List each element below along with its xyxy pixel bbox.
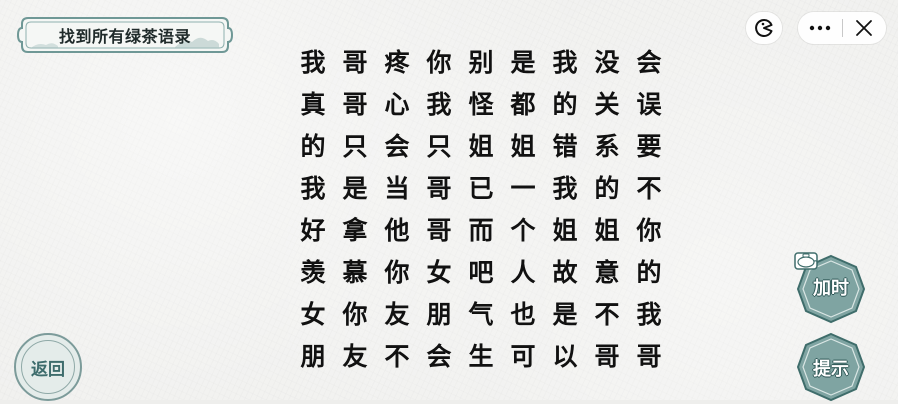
page-title: 找到所有绿茶语录 [58, 27, 191, 46]
grid-cell[interactable]: 我 [292, 166, 334, 208]
grid-cell[interactable]: 我 [628, 292, 670, 334]
grid-cell[interactable]: 朋 [418, 292, 460, 334]
grid-cell[interactable]: 会 [376, 124, 418, 166]
grid-cell[interactable]: 会 [628, 40, 670, 82]
grid-cell[interactable]: 真 [292, 82, 334, 124]
add-time-button[interactable]: 加时 [794, 252, 868, 326]
grid-cell[interactable]: 会 [418, 334, 460, 376]
grid-cell[interactable]: 姐 [460, 124, 502, 166]
grid-cell[interactable]: 没 [586, 40, 628, 82]
grid-cell[interactable]: 女 [292, 292, 334, 334]
grid-cell[interactable]: 气 [460, 292, 502, 334]
grid-cell[interactable]: 慕 [334, 250, 376, 292]
grid-cell[interactable]: 是 [502, 40, 544, 82]
grid-cell[interactable]: 羡 [292, 250, 334, 292]
more-dots-icon [809, 25, 830, 31]
grid-cell[interactable]: 怪 [460, 82, 502, 124]
grid-cell[interactable]: 不 [376, 334, 418, 376]
grid-cell[interactable]: 只 [334, 124, 376, 166]
grid-cell[interactable]: 拿 [334, 208, 376, 250]
grid-cell[interactable]: 姐 [544, 208, 586, 250]
grid-cell[interactable]: 你 [418, 40, 460, 82]
grid-cell[interactable]: 你 [334, 292, 376, 334]
close-icon [856, 20, 873, 36]
grid-cell[interactable]: 我 [418, 82, 460, 124]
grid-cell[interactable]: 友 [334, 334, 376, 376]
grid-cell[interactable]: 一 [502, 166, 544, 208]
grid-cell[interactable]: 朋 [292, 334, 334, 376]
grid-cell[interactable]: 我 [544, 40, 586, 82]
game-center-button[interactable] [746, 12, 782, 44]
back-button[interactable]: 返回 [14, 333, 82, 401]
grid-cell[interactable]: 是 [544, 292, 586, 334]
grid-cell[interactable]: 的 [628, 250, 670, 292]
grid-cell[interactable]: 哥 [334, 40, 376, 82]
grid-cell[interactable]: 哥 [334, 82, 376, 124]
grid-cell[interactable]: 心 [376, 82, 418, 124]
back-button-label: 返回 [31, 359, 65, 380]
grid-cell[interactable]: 当 [376, 166, 418, 208]
game-controller-icon [755, 18, 773, 37]
grid-cell[interactable]: 也 [502, 292, 544, 334]
grid-cell[interactable]: 友 [376, 292, 418, 334]
grid-cell[interactable]: 哥 [418, 166, 460, 208]
close-button[interactable] [842, 12, 886, 44]
grid-cell[interactable]: 故 [544, 250, 586, 292]
grid-cell[interactable]: 哥 [586, 334, 628, 376]
teapot-icon [797, 253, 818, 268]
grid-cell[interactable]: 可 [502, 334, 544, 376]
grid-cell[interactable]: 哥 [628, 334, 670, 376]
grid-cell[interactable]: 女 [418, 250, 460, 292]
grid-cell[interactable]: 个 [502, 208, 544, 250]
grid-cell[interactable]: 好 [292, 208, 334, 250]
grid-cell[interactable]: 意 [586, 250, 628, 292]
character-grid: 我哥疼你别是我没会真哥心我怪都的关误的只会只姐姐错系要我是当哥已一我的不好拿他哥… [292, 40, 670, 376]
grid-cell[interactable]: 你 [376, 250, 418, 292]
grid-cell[interactable]: 疼 [376, 40, 418, 82]
grid-cell[interactable]: 不 [628, 166, 670, 208]
grid-cell[interactable]: 都 [502, 82, 544, 124]
more-button[interactable] [798, 12, 842, 44]
hint-label: 提示 [813, 359, 849, 380]
grid-cell[interactable]: 生 [460, 334, 502, 376]
grid-cell[interactable]: 你 [628, 208, 670, 250]
grid-cell[interactable]: 要 [628, 124, 670, 166]
grid-cell[interactable]: 误 [628, 82, 670, 124]
grid-cell[interactable]: 别 [460, 40, 502, 82]
grid-cell[interactable]: 我 [292, 40, 334, 82]
grid-cell[interactable]: 哥 [418, 208, 460, 250]
mini-program-capsule [798, 12, 886, 44]
grid-cell[interactable]: 的 [544, 82, 586, 124]
title-banner: 找到所有绿茶语录 [14, 14, 236, 56]
grid-cell[interactable]: 不 [586, 292, 628, 334]
grid-cell[interactable]: 他 [376, 208, 418, 250]
grid-cell[interactable]: 以 [544, 334, 586, 376]
grid-cell[interactable]: 的 [292, 124, 334, 166]
grid-cell[interactable]: 而 [460, 208, 502, 250]
grid-cell[interactable]: 人 [502, 250, 544, 292]
grid-cell[interactable]: 已 [460, 166, 502, 208]
grid-cell[interactable]: 的 [586, 166, 628, 208]
grid-cell[interactable]: 是 [334, 166, 376, 208]
grid-cell[interactable]: 只 [418, 124, 460, 166]
add-time-label: 加时 [813, 278, 849, 299]
grid-cell[interactable]: 错 [544, 124, 586, 166]
grid-cell[interactable]: 我 [544, 166, 586, 208]
grid-cell[interactable]: 姐 [502, 124, 544, 166]
grid-cell[interactable]: 系 [586, 124, 628, 166]
grid-cell[interactable]: 姐 [586, 208, 628, 250]
grid-cell[interactable]: 吧 [460, 250, 502, 292]
grid-cell[interactable]: 关 [586, 82, 628, 124]
hint-button[interactable]: 提示 [794, 330, 868, 404]
